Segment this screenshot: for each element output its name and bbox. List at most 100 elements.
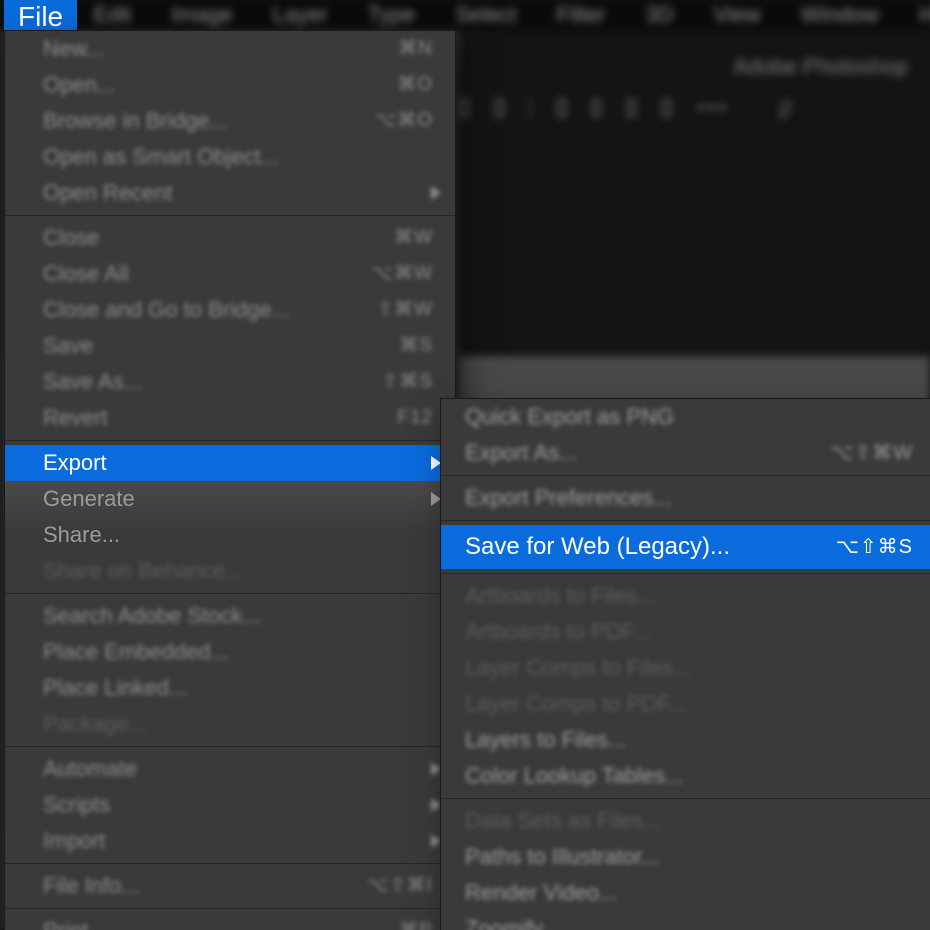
options-bar: •••	[460, 90, 790, 126]
menu-shortcut: ⌥⇧⌘W	[830, 439, 913, 467]
file-item-save-as[interactable]: Save As...⇧⌘S	[5, 364, 455, 400]
file-item-browse-in-bridge[interactable]: Browse in Bridge...⌥⌘O	[5, 103, 455, 139]
menu-item-label: Search Adobe Stock...	[43, 602, 261, 630]
export-item-render-video[interactable]: Render Video...	[441, 875, 930, 911]
align-icon	[460, 99, 469, 117]
export-item-layer-comps-to-files: Layer Comps to Files...	[441, 650, 930, 686]
file-item-close-all[interactable]: Close All ⌥⌘W	[5, 256, 455, 292]
file-item-package: Package...	[5, 706, 455, 742]
file-item-automate[interactable]: Automate	[5, 751, 455, 787]
menu-shortcut: ⌘P	[399, 917, 433, 930]
menu-image[interactable]: Image	[163, 0, 240, 30]
file-item-export[interactable]: Export	[5, 445, 455, 481]
menu-item-label: Save for Web (Legacy)...	[465, 533, 730, 561]
menu-shortcut: ⌥⌘W	[371, 260, 433, 288]
export-item-artboards-to-pdf: Artboards to PDF...	[441, 614, 930, 650]
export-item-export-preferences[interactable]: Export Preferences...	[441, 480, 930, 516]
export-item-layer-comps-to-pdf: Layer Comps to PDF...	[441, 686, 930, 722]
menu-shortcut: ⌘O	[397, 71, 433, 99]
file-item-place-embedded[interactable]: Place Embedded...	[5, 634, 455, 670]
menu-view[interactable]: View	[705, 0, 768, 30]
export-item-zoomify[interactable]: Zoomify...	[441, 911, 930, 930]
menu-item-label: Quick Export as PNG	[465, 403, 674, 431]
menu-edit[interactable]: Edit	[85, 0, 139, 30]
menu-item-label: Open as Smart Object...	[43, 143, 279, 171]
menu-item-label: Render Video...	[465, 879, 617, 907]
menu-item-label: Open...	[43, 71, 115, 99]
menu-item-label: Layer Comps to Files...	[465, 654, 691, 682]
menu-filter[interactable]: Filter	[548, 0, 613, 30]
app-name: Adobe Photoshop	[733, 54, 908, 80]
menu-item-label: Export Preferences...	[465, 484, 672, 512]
file-item-generate[interactable]: Generate	[5, 481, 455, 517]
export-item-export-as[interactable]: Export As... ⌥⇧⌘W	[441, 435, 930, 471]
menu-item-label: Share on Behance...	[43, 557, 244, 585]
menu-type[interactable]: Type	[360, 0, 424, 30]
menu-shortcut: F12	[397, 404, 433, 432]
file-item-search-adobe-stock[interactable]: Search Adobe Stock...	[5, 598, 455, 634]
refresh-icon	[778, 96, 794, 120]
export-item-data-sets-as-files: Data Sets as Files...	[441, 803, 930, 839]
file-dropdown: New...⌘NOpen...⌘OBrowse in Bridge...⌥⌘OO…	[4, 30, 456, 930]
menu-shortcut: ⌘S	[399, 332, 433, 360]
menu-window[interactable]: Window	[793, 0, 887, 30]
menu-item-label: Layers to Files...	[465, 726, 626, 754]
file-item-revert[interactable]: RevertF12	[5, 400, 455, 436]
menu-item-label: Save	[43, 332, 93, 360]
menu-separator	[441, 520, 930, 521]
file-item-file-info[interactable]: File Info... ⌥⇧⌘I	[5, 868, 455, 904]
menu-3d[interactable]: 3D	[637, 0, 681, 30]
menu-item-label: Data Sets as Files...	[465, 807, 662, 835]
export-item-save-for-web-legacy[interactable]: Save for Web (Legacy)... ⌥⇧⌘S	[441, 525, 930, 569]
menu-layer[interactable]: Layer	[265, 0, 336, 30]
export-submenu: Quick Export as PNGExport As...⌥⇧⌘WExpor…	[440, 398, 930, 930]
menu-item-label: Paths to Illustrator...	[465, 843, 659, 871]
menu-separator	[5, 863, 455, 864]
menu-shortcut: ⌥⇧⌘S	[836, 533, 913, 561]
menu-item-label: Artboards to Files...	[465, 582, 656, 610]
menubar: File Edit Image Layer Type Select Filter…	[0, 0, 930, 30]
file-item-place-linked[interactable]: Place Linked...	[5, 670, 455, 706]
menu-item-label: Place Linked...	[43, 674, 187, 702]
menu-item-label: Automate	[43, 755, 137, 783]
file-item-open[interactable]: Open... ⌘O	[5, 67, 455, 103]
export-item-quick-export-as-png[interactable]: Quick Export as PNG	[441, 399, 930, 435]
menu-item-label: Close and Go to Bridge...	[43, 296, 290, 324]
file-item-share-on-behance: Share on Behance...	[5, 553, 455, 589]
menu-item-label: Color Lookup Tables...	[465, 762, 684, 790]
menu-item-label: Export	[43, 449, 107, 477]
export-item-paths-to-illustrator[interactable]: Paths to Illustrator...	[441, 839, 930, 875]
menu-shortcut: ⇧⌘S	[382, 368, 433, 396]
align-icon	[662, 99, 671, 117]
menu-item-label: Close All	[43, 260, 129, 288]
menu-item-label: Scripts	[43, 791, 110, 819]
menu-item-label: File Info...	[43, 872, 140, 900]
menu-item-label: Export As...	[465, 439, 578, 467]
align-icon	[627, 99, 636, 117]
file-item-scripts[interactable]: Scripts	[5, 787, 455, 823]
export-item-color-lookup-tables[interactable]: Color Lookup Tables...	[441, 758, 930, 794]
file-item-open-as-smart-object[interactable]: Open as Smart Object...	[5, 139, 455, 175]
menu-shortcut: ⌥⇧⌘I	[367, 872, 433, 900]
align-icon	[495, 99, 504, 117]
menu-shortcut: ⌘N	[398, 35, 433, 63]
menu-select[interactable]: Select	[447, 0, 524, 30]
file-item-open-recent[interactable]: Open Recent	[5, 175, 455, 211]
file-item-print[interactable]: Print...⌘P	[5, 913, 455, 930]
file-item-import[interactable]: Import	[5, 823, 455, 859]
menu-item-label: Artboards to PDF...	[465, 618, 651, 646]
file-item-close[interactable]: Close⌘W	[5, 220, 455, 256]
submenu-arrow-icon	[431, 186, 441, 200]
export-item-artboards-to-files: Artboards to Files...	[441, 578, 930, 614]
menu-item-label: Layer Comps to PDF...	[465, 690, 686, 718]
menu-shortcut: ⌥⌘O	[374, 107, 433, 135]
menu-shortcut: ⌘W	[394, 224, 433, 252]
file-item-save[interactable]: Save ⌘S	[5, 328, 455, 364]
divider-icon	[530, 97, 531, 119]
menu-help[interactable]: Help	[911, 0, 930, 30]
file-item-close-and-go-to-bridge[interactable]: Close and Go to Bridge...⇧⌘W	[5, 292, 455, 328]
menu-separator	[441, 573, 930, 574]
export-item-layers-to-files[interactable]: Layers to Files...	[441, 722, 930, 758]
file-item-new[interactable]: New...⌘N	[5, 31, 455, 67]
file-item-share[interactable]: Share...	[5, 517, 455, 553]
